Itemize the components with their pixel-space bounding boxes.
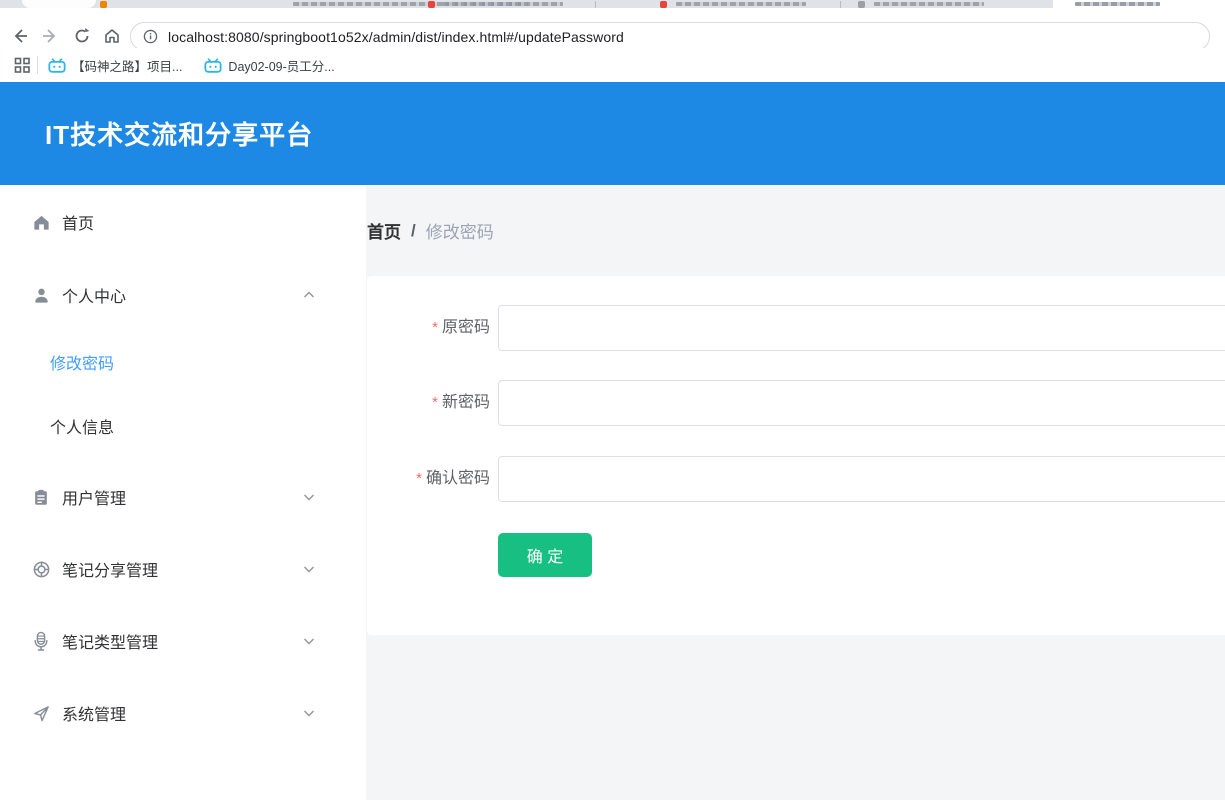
tab-favicon-gray-icon	[858, 1, 865, 8]
tab-favicon-red-icon	[660, 1, 667, 8]
bookmarks-bar: 【码神之路】项目... Day02-09-员工分...	[0, 48, 1225, 82]
sidebar: 首页 个人中心 修改密码 个人信息 用户管理 笔记分享管理	[0, 185, 366, 800]
chevron-down-icon	[301, 489, 317, 505]
user-icon	[31, 285, 51, 305]
breadcrumb: 首页 / 修改密码	[367, 218, 494, 243]
chevron-down-icon	[301, 561, 317, 577]
browser-tab-strip	[0, 0, 1225, 8]
required-marker: *	[432, 319, 438, 336]
tab-favicon-red-icon	[428, 1, 435, 8]
bookmark-item[interactable]: Day02-09-员工分...	[204, 56, 334, 75]
sidebar-item-system-management[interactable]: 系统管理	[0, 693, 366, 733]
back-icon	[11, 27, 29, 45]
tab-title-smudge[interactable]	[676, 2, 806, 6]
app-header: IT技术交流和分享平台	[0, 82, 1225, 185]
confirm-password-input[interactable]	[498, 456, 1225, 502]
sidebar-item-label: 笔记类型管理	[62, 629, 158, 653]
sidebar-item-note-type-management[interactable]: 笔记类型管理	[0, 621, 366, 661]
sidebar-item-label: 个人中心	[62, 283, 126, 307]
sidebar-subitem-personal-info[interactable]: 个人信息	[0, 406, 366, 446]
breadcrumb-home[interactable]: 首页	[367, 218, 401, 243]
bilibili-tv-icon	[48, 58, 66, 73]
forward-button[interactable]	[36, 22, 64, 50]
bilibili-tv-icon	[204, 58, 222, 73]
sidebar-item-label: 首页	[62, 210, 94, 234]
chevron-down-icon	[301, 633, 317, 649]
url-bar[interactable]: localhost:8080/springboot1o52x/admin/dis…	[130, 22, 1210, 51]
browser-tab-active[interactable]	[1053, 0, 1225, 8]
sidebar-item-label: 系统管理	[62, 701, 126, 725]
breadcrumb-separator: /	[411, 221, 416, 241]
sidebar-item-home[interactable]: 首页	[0, 202, 366, 242]
chevron-up-icon	[301, 287, 317, 303]
tab-title-smudge[interactable]	[443, 2, 563, 6]
forward-icon	[41, 27, 59, 45]
sidebar-item-personal-center[interactable]: 个人中心	[0, 275, 366, 315]
browser-tab[interactable]	[22, 0, 96, 8]
send-icon	[31, 703, 51, 723]
tab-separator	[595, 1, 596, 8]
confirm-password-label: *确认密码	[367, 456, 490, 502]
sidebar-item-label: 用户管理	[62, 485, 126, 509]
old-password-input[interactable]	[498, 305, 1225, 351]
sidebar-subitem-label: 修改密码	[50, 350, 114, 374]
ring-icon	[31, 559, 51, 579]
chevron-down-icon	[301, 705, 317, 721]
sidebar-subitem-update-password[interactable]: 修改密码	[0, 342, 366, 382]
update-password-card: *原密码 *新密码 *确认密码 确 定	[367, 276, 1225, 635]
home-icon	[31, 212, 51, 232]
bookmark-label: Day02-09-员工分...	[228, 56, 334, 75]
reload-icon	[73, 27, 91, 45]
url-text[interactable]: localhost:8080/springboot1o52x/admin/dis…	[168, 29, 624, 45]
sidebar-item-user-management[interactable]: 用户管理	[0, 477, 366, 517]
sidebar-subitem-label: 个人信息	[50, 414, 114, 438]
apps-grid-icon[interactable]	[14, 57, 31, 74]
sidebar-item-label: 笔记分享管理	[62, 557, 158, 581]
reload-button[interactable]	[68, 22, 96, 50]
home-icon	[103, 27, 121, 45]
info-icon	[143, 29, 158, 44]
main-content: 首页 / 修改密码 *原密码 *新密码 *确认密码 确 定	[366, 185, 1225, 800]
back-button[interactable]	[6, 22, 34, 50]
clipboard-icon	[31, 487, 51, 507]
tab-separator	[840, 1, 841, 8]
bookmark-item[interactable]: 【码神之路】项目...	[48, 56, 182, 75]
breadcrumb-current: 修改密码	[426, 218, 494, 243]
home-button[interactable]	[98, 22, 126, 50]
new-password-label: *新密码	[367, 380, 490, 426]
new-password-input[interactable]	[498, 380, 1225, 426]
browser-toolbar: localhost:8080/springboot1o52x/admin/dis…	[0, 8, 1225, 48]
required-marker: *	[416, 470, 422, 487]
microphone-icon	[31, 631, 51, 651]
page-title: IT技术交流和分享平台	[45, 115, 313, 152]
bookmarks-divider	[37, 56, 38, 74]
bookmark-label: 【码神之路】项目...	[72, 56, 182, 75]
required-marker: *	[432, 394, 438, 411]
sidebar-item-note-share-management[interactable]: 笔记分享管理	[0, 549, 366, 589]
confirm-button[interactable]: 确 定	[498, 533, 592, 577]
tab-favicon-orange-icon	[100, 1, 107, 8]
old-password-label: *原密码	[367, 305, 490, 351]
tab-title-smudge[interactable]	[874, 2, 984, 6]
tab-title-smudge	[1075, 2, 1160, 6]
